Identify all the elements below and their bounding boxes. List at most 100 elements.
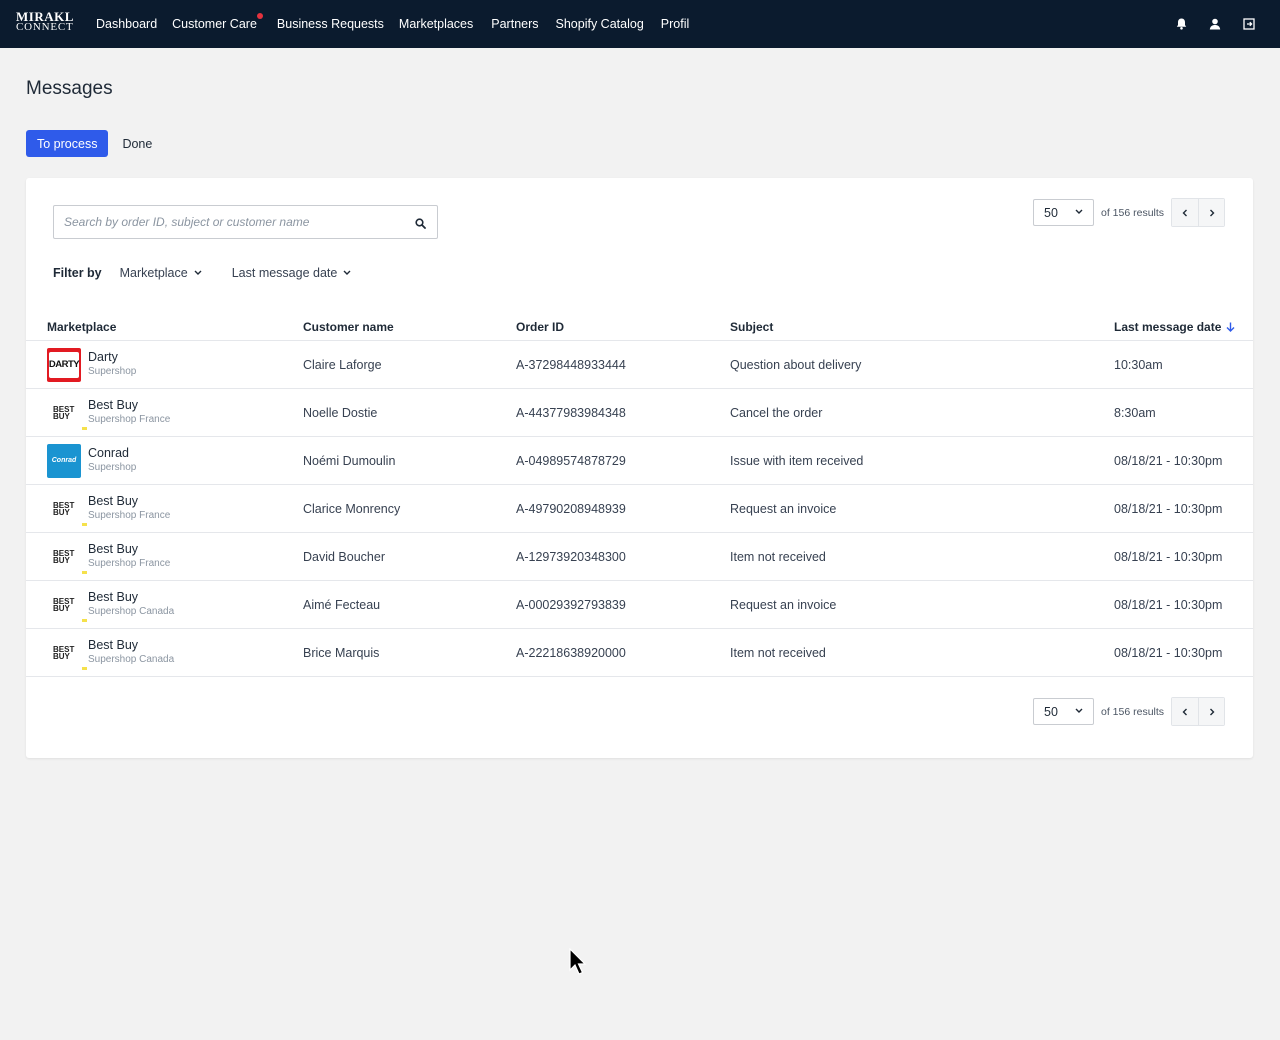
nav-item-profil[interactable]: Profil — [661, 17, 689, 31]
header-subject[interactable]: Subject — [730, 320, 1114, 334]
marketplace-cell: BEST BUY Best Buy Supershop France — [26, 492, 303, 526]
top-navigation-bar: MIRAKL CONNECT Dashboard Customer Care B… — [0, 0, 1280, 48]
sort-descending-icon — [1226, 322, 1235, 332]
subject-cell: Issue with item received — [730, 453, 864, 468]
chevron-left-icon — [1182, 209, 1188, 216]
table-row[interactable]: BEST BUY Best Buy Supershop France Noelle D… — [26, 389, 1253, 437]
nav-item-dashboard[interactable]: Dashboard — [96, 17, 157, 31]
marketplace-cell: BEST BUY Best Buy Supershop France — [26, 540, 303, 574]
nav-item-shopify-catalog[interactable]: Shopify Catalog — [556, 17, 644, 31]
nav-item-business-requests[interactable]: Business Requests — [277, 17, 384, 31]
results-count: of 156 results — [1101, 206, 1165, 219]
search-input[interactable]: Search by order ID, subject or customer … — [53, 205, 438, 239]
table-row[interactable]: BEST BUY Best Buy Supershop France Clarice … — [26, 485, 1253, 533]
user-icon[interactable] — [1208, 17, 1222, 31]
table-body: DARTY Darty Supershop Claire Laforge A-37298… — [26, 341, 1253, 677]
shop-name: Supershop France — [88, 414, 171, 425]
last-message-date-cell: 08/18/21 - 10:30pm — [1114, 453, 1223, 468]
bestbuy-logo: BEST BUY — [47, 636, 87, 670]
darty-logo-text: DARTY — [48, 359, 80, 370]
header-last-message-date[interactable]: Last message date — [1114, 320, 1253, 334]
filter-marketplace[interactable]: Marketplace — [120, 266, 202, 280]
order-id-cell: A-44377983984348 — [516, 405, 626, 420]
shop-name: Supershop Canada — [88, 606, 175, 617]
tab-done[interactable]: Done — [111, 130, 163, 157]
header-customer-name[interactable]: Customer name — [303, 320, 516, 334]
page-title: Messages — [26, 78, 113, 99]
table-row[interactable]: BEST BUY Best Buy Supershop Canada Brice Ma… — [26, 629, 1253, 677]
bestbuy-logo: BEST BUY — [47, 492, 87, 526]
next-page-button[interactable] — [1198, 199, 1225, 226]
bestbuy-logo: BEST BUY — [47, 540, 87, 574]
marketplace-text: Best Buy Supershop France — [88, 542, 170, 571]
order-id-cell: A-22218638920000 — [516, 645, 626, 660]
table-row[interactable]: BEST BUY Best Buy Supershop Canada Aimé Fec… — [26, 581, 1253, 629]
previous-page-button[interactable] — [1172, 199, 1199, 226]
per-page-select[interactable]: 50 — [1033, 199, 1094, 226]
order-id-cell: A-12973920348300 — [516, 549, 626, 564]
marketplace-name: Best Buy — [88, 398, 139, 412]
results-count: of 156 results — [1101, 705, 1165, 718]
best-buy-tag-shape — [82, 522, 87, 526]
nav-item-customer-care[interactable]: Customer Care — [172, 13, 263, 31]
filter-marketplace-label: Marketplace — [119, 266, 188, 280]
shop-name: Supershop — [88, 366, 137, 377]
search-placeholder: Search by order ID, subject or customer … — [64, 215, 310, 229]
previous-page-button[interactable] — [1172, 698, 1199, 725]
customer-name-cell: Brice Marquis — [303, 645, 380, 660]
chevron-down-icon — [194, 270, 202, 275]
marketplace-text: Best Buy Supershop Canada — [88, 590, 174, 619]
marketplace-cell: DARTY Darty Supershop — [26, 347, 303, 382]
per-page-select[interactable]: 50 — [1033, 698, 1094, 725]
per-page-value: 50 — [1044, 704, 1058, 719]
best-buy-logo-text: BEST BUY — [53, 404, 75, 421]
next-page-button[interactable] — [1198, 698, 1225, 725]
shop-name: Supershop France — [88, 510, 171, 521]
header-marketplace[interactable]: Marketplace — [26, 320, 303, 334]
shop-name: Supershop France — [88, 558, 171, 569]
order-id-cell: A-04989574878729 — [516, 453, 626, 468]
table-row[interactable]: Conrad Conrad Supershop Noémi Dumoulin A-049… — [26, 437, 1253, 485]
subject-cell: Cancel the order — [730, 405, 823, 420]
bestbuy-logo: BEST BUY — [47, 588, 87, 622]
table-row[interactable]: BEST BUY Best Buy Supershop France David Bo… — [26, 533, 1253, 581]
pager-buttons — [1171, 198, 1226, 227]
customer-name-cell: Noelle Dostie — [303, 405, 378, 420]
marketplace-name: Best Buy — [88, 542, 139, 556]
table-header: Marketplace Customer name Order ID Subje… — [26, 313, 1253, 341]
last-message-date-cell: 08/18/21 - 10:30pm — [1114, 501, 1223, 516]
marketplace-cell: BEST BUY Best Buy Supershop France — [26, 396, 303, 430]
filter-bar: Filter by Marketplace Last message date — [53, 266, 351, 280]
filter-last-message-date-label: Last message date — [231, 266, 338, 280]
header-order-id[interactable]: Order ID — [516, 320, 730, 334]
mirakl-connect-logo[interactable]: MIRAKL CONNECT — [16, 10, 76, 33]
nav-item-marketplaces[interactable]: Marketplaces — [399, 17, 473, 31]
messages-card: Search by order ID, subject or customer … — [26, 178, 1253, 758]
logout-icon[interactable] — [1242, 17, 1256, 31]
subject-cell: Item not received — [730, 549, 826, 564]
table-row[interactable]: DARTY Darty Supershop Claire Laforge A-37298… — [26, 341, 1253, 389]
mouse-cursor-icon — [569, 948, 587, 975]
order-id-cell: A-37298448933444 — [516, 357, 626, 372]
nav-item-partners[interactable]: Partners — [491, 17, 538, 31]
pagination-bottom: 50 of 156 results — [1033, 697, 1226, 726]
search-icon[interactable] — [415, 216, 426, 234]
shop-name: Supershop — [88, 462, 137, 473]
chevron-down-icon — [1075, 708, 1083, 713]
filter-last-message-date[interactable]: Last message date — [232, 266, 352, 280]
subject-cell: Question about delivery — [730, 357, 862, 372]
conrad-logo-text: Conrad — [51, 457, 77, 464]
chevron-down-icon — [1075, 209, 1083, 214]
bell-icon[interactable] — [1174, 17, 1188, 31]
order-id-cell: A-49790208948939 — [516, 501, 626, 516]
customer-name-cell: Claire Laforge — [303, 357, 382, 372]
per-page-value: 50 — [1044, 205, 1058, 220]
nav-icon-group — [1154, 0, 1256, 48]
conrad-logo: Conrad — [47, 443, 81, 478]
status-tabs: To process Done — [26, 130, 163, 157]
customer-name-cell: Noémi Dumoulin — [303, 453, 396, 468]
marketplace-name: Best Buy — [88, 590, 139, 604]
marketplace-text: Best Buy Supershop France — [88, 494, 170, 523]
pagination-top: 50 of 156 results — [1033, 198, 1226, 227]
tab-to-process[interactable]: To process — [26, 130, 109, 157]
